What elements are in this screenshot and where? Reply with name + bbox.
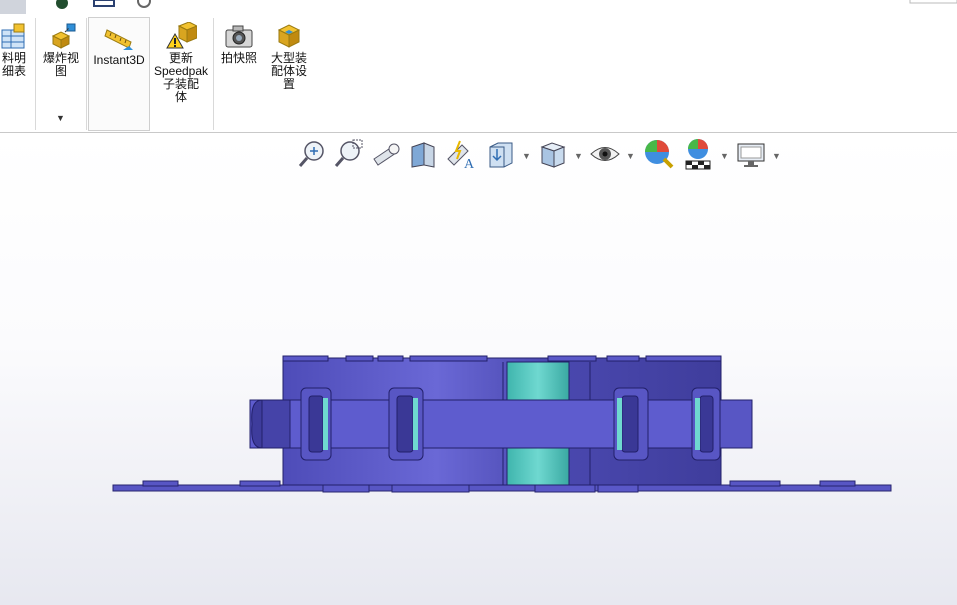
zoom-to-area-icon[interactable] [332, 137, 366, 171]
large-assembly-icon [277, 24, 301, 48]
top-tab-fragment[interactable] [0, 0, 26, 14]
section-view-icon[interactable] [406, 137, 440, 171]
display-style-dropdown[interactable]: ▼ [574, 151, 583, 161]
speedpak-icon [166, 22, 197, 49]
edit-appearance-icon[interactable] [642, 137, 676, 171]
update-speedpak-label: 更新 Speedpak 子装配 体 [153, 51, 209, 104]
instant3d-icon [104, 29, 133, 50]
view-settings-dropdown[interactable]: ▼ [772, 151, 781, 161]
svg-text:A: A [464, 157, 475, 171]
top-search-fragment[interactable] [909, 0, 957, 4]
explode-view-icon [51, 23, 76, 49]
explode-view-button[interactable]: 爆炸视 图 ▼ [37, 16, 85, 130]
command-manager-ribbon: 料明 细表 爆炸视 图 ▼ Instant3D 更新 Speedpak 子装配 … [0, 16, 957, 133]
graphics-viewport[interactable] [0, 133, 957, 605]
display-style-icon[interactable] [536, 137, 570, 171]
view-orientation-icon[interactable] [484, 137, 518, 171]
explode-view-label: 爆炸视 图 [42, 51, 79, 78]
retaining-clip [300, 387, 332, 461]
large-assembly-settings-label: 大型装 配体设 置 [270, 51, 307, 91]
instant3d-label: Instant3D [93, 53, 145, 67]
top-gear-icon[interactable] [137, 0, 151, 8]
bom-label: 料明 细表 [1, 51, 26, 78]
bom-icon [1, 23, 25, 49]
apply-scene-icon[interactable] [682, 137, 716, 171]
camera-icon [225, 25, 253, 48]
zoom-to-fit-icon[interactable] [296, 137, 330, 171]
top-green-icon[interactable] [56, 0, 68, 9]
assembly-model[interactable] [0, 133, 957, 605]
hide-show-items-icon[interactable] [588, 137, 622, 171]
update-speedpak-button[interactable]: 更新 Speedpak 子装配 体 [151, 16, 211, 130]
ribbon-separator [35, 18, 36, 130]
view-orientation-dropdown[interactable]: ▼ [522, 151, 531, 161]
top-window-icon[interactable] [93, 0, 115, 7]
explode-view-dropdown-arrow[interactable]: ▼ [56, 112, 65, 125]
take-snapshot-button[interactable]: 拍快照 [215, 16, 263, 130]
large-assembly-settings-button[interactable]: 大型装 配体设 置 [264, 16, 314, 130]
top-toolbar-strip [0, 0, 957, 17]
take-snapshot-label: 拍快照 [220, 51, 257, 65]
instant3d-button[interactable]: Instant3D [88, 17, 150, 131]
retaining-clip [388, 387, 424, 461]
previous-view-icon[interactable] [370, 137, 404, 171]
top-strip-icons [0, 0, 957, 14]
retaining-clip [613, 387, 649, 461]
hide-show-dropdown[interactable]: ▼ [626, 151, 635, 161]
ribbon-separator [213, 18, 214, 130]
bom-button[interactable]: 料明 细表 [0, 16, 34, 130]
view-settings-icon[interactable] [734, 137, 768, 171]
heads-up-view-toolbar: A ▼ ▼ ▼ ▼ ▼ [290, 137, 790, 173]
apply-scene-dropdown[interactable]: ▼ [720, 151, 729, 161]
ribbon-separator [86, 18, 87, 130]
dynamic-annotation-icon[interactable]: A [444, 137, 478, 171]
retaining-clip [691, 387, 721, 461]
